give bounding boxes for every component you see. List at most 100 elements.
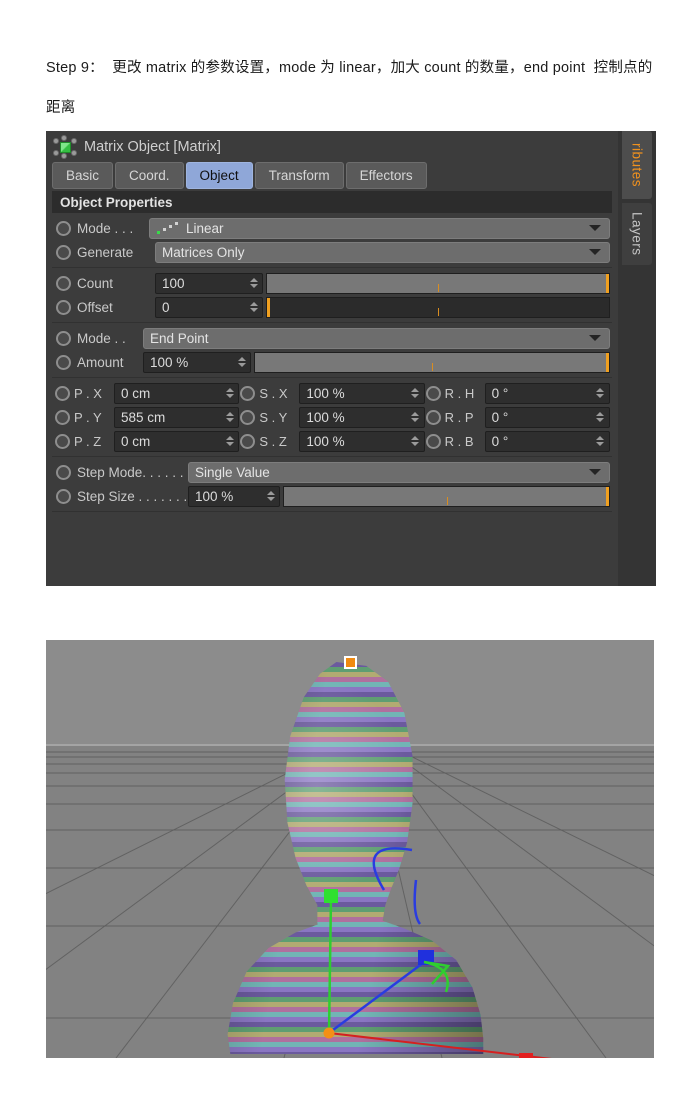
mode-animation-knob[interactable]	[56, 220, 71, 236]
mode-dropdown[interactable]: Linear	[149, 217, 610, 239]
rotation-band-z	[372, 847, 413, 891]
generate-dropdown[interactable]: Matrices Only	[155, 241, 610, 263]
endpoint-mode-dropdown[interactable]: End Point	[143, 327, 610, 349]
offset-slider[interactable]	[266, 296, 610, 318]
sy-label: S . Y	[259, 409, 288, 425]
rb-animation-knob[interactable]	[425, 433, 441, 449]
rh-input[interactable]: 0 °	[484, 382, 610, 404]
sy-stepper[interactable]	[411, 412, 420, 422]
rotation-b-cell: R . B 0 °	[425, 430, 610, 452]
tab-object[interactable]: Object	[185, 162, 253, 189]
rp-label: R . P	[444, 409, 474, 425]
row-step-mode: Step Mode. . . . . . Single Value	[52, 460, 612, 484]
vertical-tab-layers[interactable]: Layers	[622, 203, 652, 265]
psr-row-y: P . Y 585 cm S . Y 100 % R . P 0 °	[52, 405, 612, 429]
generate-animation-knob[interactable]	[56, 244, 71, 260]
generate-label: Generate	[77, 244, 134, 260]
rotation-p-cell: R . P 0 °	[425, 406, 610, 428]
pz-animation-knob[interactable]	[55, 433, 70, 449]
py-stepper[interactable]	[225, 412, 234, 422]
amount-input[interactable]: 100 %	[143, 351, 251, 373]
count-offset-group: Count 100 Offset 0	[52, 268, 612, 323]
step-mode-dropdown[interactable]: Single Value	[188, 461, 610, 483]
sx-stepper[interactable]	[411, 388, 420, 398]
sx-animation-knob[interactable]	[240, 385, 256, 401]
vertical-tab-attributes-label: ributes	[629, 142, 645, 188]
mode2-label: Mode . .	[77, 330, 126, 346]
sz-stepper[interactable]	[411, 436, 420, 446]
sx-input[interactable]: 100 %	[299, 382, 425, 404]
py-label: P . Y	[74, 409, 102, 425]
rh-stepper[interactable]	[596, 388, 605, 398]
py-animation-knob[interactable]	[55, 409, 70, 425]
step-size-animation-knob[interactable]	[56, 488, 71, 504]
sy-input[interactable]: 100 %	[299, 406, 425, 428]
sz-input[interactable]: 100 %	[299, 430, 425, 452]
sz-value: 100 %	[306, 433, 345, 449]
offset-stepper[interactable]	[249, 302, 258, 312]
object-properties-header: Object Properties	[52, 191, 612, 213]
generate-value: Matrices Only	[162, 244, 245, 260]
offset-animation-knob[interactable]	[56, 299, 71, 315]
pz-input[interactable]: 0 cm	[114, 430, 240, 452]
row-mode: Mode . . . Linear	[52, 216, 612, 240]
count-slider[interactable]	[266, 272, 610, 294]
sx-value: 100 %	[306, 385, 345, 401]
offset-input[interactable]: 0	[155, 296, 263, 318]
sz-label: S . Z	[259, 433, 287, 449]
vertical-tab-attributes[interactable]: ributes	[622, 131, 652, 199]
position-z-cell: P . Z 0 cm	[54, 430, 240, 452]
step-group: Step Mode. . . . . . Single Value Step S…	[52, 457, 612, 512]
psr-row-x: P . X 0 cm S . X 100 % R . H 0 °	[52, 381, 612, 405]
axis-gizmo[interactable]	[46, 640, 654, 1058]
mode-value: Linear	[186, 220, 224, 236]
pz-stepper[interactable]	[225, 436, 234, 446]
rp-animation-knob[interactable]	[425, 409, 441, 425]
px-stepper[interactable]	[225, 388, 234, 398]
gizmo-origin	[323, 1027, 335, 1039]
docked-manager-rail: ributes Layers	[618, 131, 656, 586]
mode2-value: End Point	[150, 330, 209, 346]
step-size-slider[interactable]	[283, 485, 610, 507]
count-animation-knob[interactable]	[56, 275, 71, 291]
px-input[interactable]: 0 cm	[114, 382, 240, 404]
mode-generate-group: Mode . . . Linear Generate Matrices Only	[52, 213, 612, 268]
tab-basic[interactable]: Basic	[52, 162, 114, 189]
px-animation-knob[interactable]	[55, 385, 70, 401]
tab-transform[interactable]: Transform	[254, 162, 344, 189]
rb-input[interactable]: 0 °	[484, 430, 610, 452]
rh-animation-knob[interactable]	[425, 385, 441, 401]
row-offset: Offset 0	[52, 295, 612, 319]
rb-value: 0 °	[491, 433, 509, 449]
tab-effectors[interactable]: Effectors	[345, 162, 427, 189]
count-input[interactable]: 100	[155, 272, 263, 294]
step-size-input[interactable]: 100 %	[188, 485, 280, 507]
psr-row-z: P . Z 0 cm S . Z 100 % R . B 0 °	[52, 429, 612, 453]
rh-value: 0 °	[491, 385, 509, 401]
rb-stepper[interactable]	[596, 436, 605, 446]
amount-slider[interactable]	[254, 351, 610, 373]
perspective-viewport[interactable]	[46, 640, 654, 1058]
py-input[interactable]: 585 cm	[114, 406, 240, 428]
sx-label: S . X	[259, 385, 288, 401]
amount-stepper[interactable]	[237, 357, 246, 367]
px-label: P . X	[74, 385, 102, 401]
count-stepper[interactable]	[249, 278, 258, 288]
attribute-manager-body: Matrix Object [Matrix] Basic Coord. Obje…	[46, 131, 618, 586]
tab-coord[interactable]: Coord.	[115, 162, 184, 189]
rp-input[interactable]: 0 °	[484, 406, 610, 428]
step-mode-animation-knob[interactable]	[56, 464, 71, 480]
rp-value: 0 °	[491, 409, 509, 425]
axis-x-line	[328, 1032, 552, 1058]
psr-grid: P . X 0 cm S . X 100 % R . H 0 ° P . Y 5…	[52, 378, 612, 457]
sz-animation-knob[interactable]	[240, 433, 256, 449]
amount-animation-knob[interactable]	[56, 354, 71, 370]
step-size-stepper[interactable]	[266, 491, 275, 501]
endpoint-amount-group: Mode . . End Point Amount 100 %	[52, 323, 612, 378]
step-mode-value: Single Value	[195, 464, 270, 480]
chevron-down-icon	[589, 335, 601, 341]
sy-animation-knob[interactable]	[240, 409, 256, 425]
endpoint-mode-animation-knob[interactable]	[56, 330, 71, 346]
rp-stepper[interactable]	[596, 412, 605, 422]
rh-label: R . H	[444, 385, 475, 401]
